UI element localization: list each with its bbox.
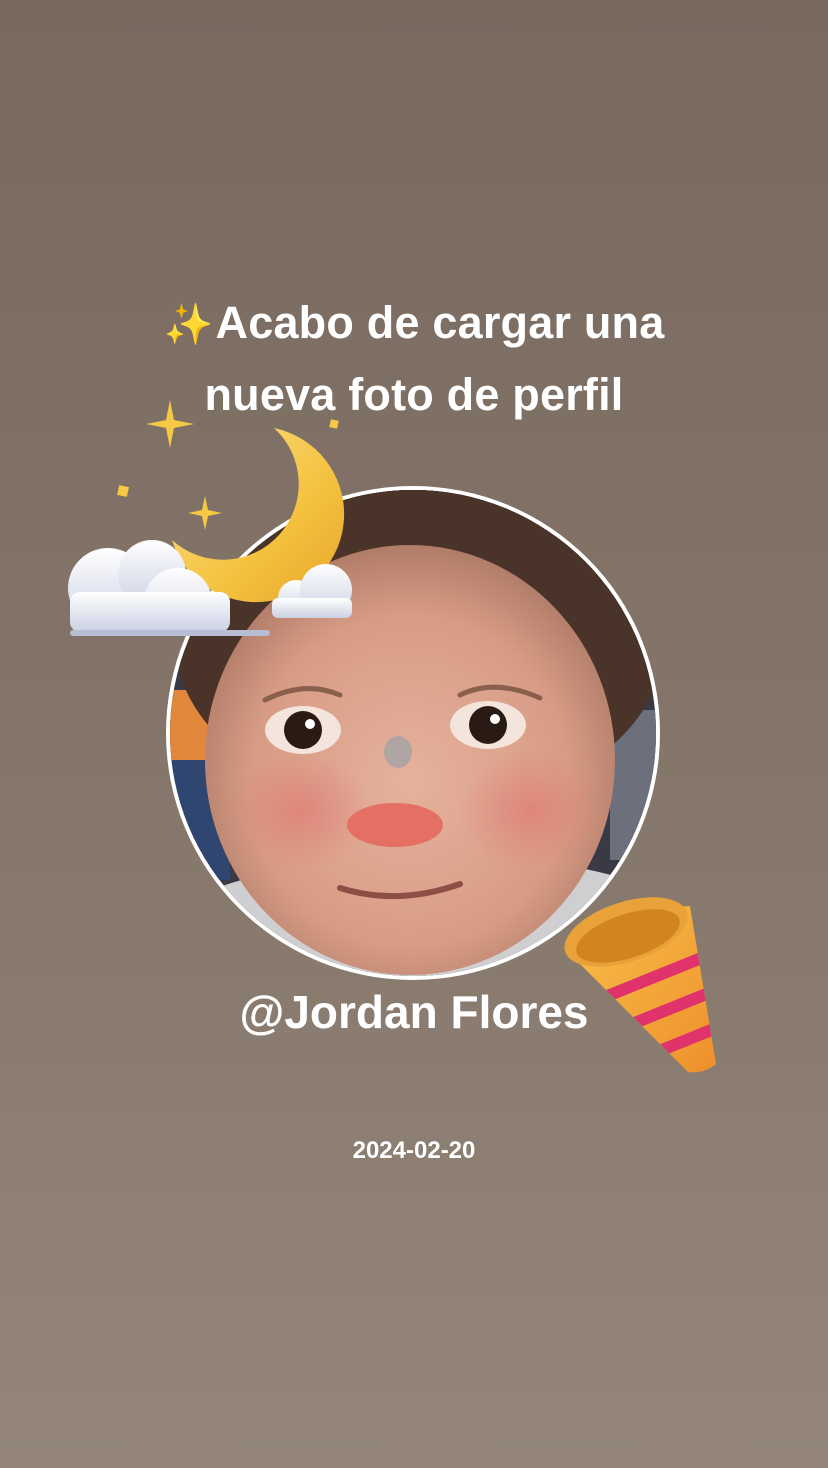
headline-line-1-text: Acabo de cargar una [215,297,665,348]
crescent-moon-clouds-sticker [68,400,352,636]
post-date: 2024-02-20 [352,1137,476,1164]
headline-line-1: ✨Acabo de cargar una [100,288,728,360]
username-label: @Jordan Flores [239,986,589,1038]
sparkles-icon: ✨ [163,303,214,347]
